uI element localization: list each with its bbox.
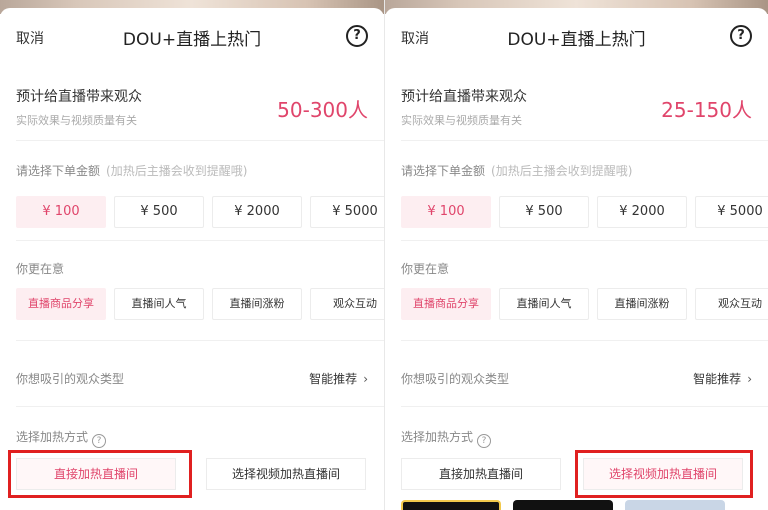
bottom-sheet: 取消 DOU+直播上热门 ? 预计给直播带来观众 实际效果与视频质量有关 50-… [0, 8, 384, 510]
chevron-right-icon: › [747, 372, 752, 386]
care-option-product-share[interactable]: 直播商品分享 [16, 288, 106, 320]
audience-estimate: 预计给直播带来观众 实际效果与视频质量有关 50-300人 [16, 86, 368, 134]
chevron-right-icon: › [363, 372, 368, 386]
divider [401, 340, 768, 341]
amount-hint: (加热后主播会收到提醒哦) [106, 164, 248, 178]
highlight-box [575, 450, 753, 498]
amount-hint: (加热后主播会收到提醒哦) [491, 164, 633, 178]
sheet-header: 取消 DOU+直播上热门 ? [0, 22, 384, 52]
method-video-button[interactable]: 选择视频加热直播间 [206, 458, 366, 490]
care-option-followers[interactable]: 直播间涨粉 [597, 288, 687, 320]
video-thumbnail[interactable] [401, 500, 501, 510]
page-title: DOU+直播上热门 [122, 30, 262, 50]
method-direct-button[interactable]: 直接加热直播间 [401, 458, 561, 490]
amount-option-5000[interactable]: ¥ 5000 [695, 196, 768, 228]
sheet-header: 取消 DOU+直播上热门 ? [385, 22, 768, 52]
divider [16, 240, 384, 241]
highlight-box [8, 450, 192, 498]
help-icon[interactable]: ? [730, 25, 752, 47]
care-option-popularity[interactable]: 直播间人气 [114, 288, 204, 320]
estimate-value: 25-150人 [661, 98, 752, 122]
divider [401, 240, 768, 241]
video-thumbnail[interactable] [625, 500, 725, 510]
care-option-followers[interactable]: 直播间涨粉 [212, 288, 302, 320]
divider [401, 406, 768, 407]
divider [16, 140, 384, 141]
amount-option-2000[interactable]: ¥ 2000 [597, 196, 687, 228]
audience-value-text: 智能推荐 [693, 372, 742, 386]
question-icon[interactable]: ? [92, 434, 107, 448]
audience-type-value[interactable]: 智能推荐 › [309, 370, 368, 387]
estimate-label: 预计给直播带来观众 [401, 89, 527, 105]
method-label: 选择加热方式 [16, 430, 89, 444]
help-icon[interactable]: ? [346, 25, 368, 47]
video-thumbnail[interactable] [513, 500, 613, 510]
video-thumbnails [385, 500, 768, 510]
divider [16, 340, 384, 341]
amount-option-500[interactable]: ¥ 500 [499, 196, 589, 228]
audience-estimate: 预计给直播带来观众 实际效果与视频质量有关 25-150人 [401, 86, 752, 134]
estimate-subtitle: 实际效果与视频质量有关 [401, 114, 522, 127]
amount-option-500[interactable]: ¥ 500 [114, 196, 204, 228]
method-section-label: 选择加热方式? [16, 428, 107, 448]
divider [16, 406, 384, 407]
audience-type-row[interactable]: 你想吸引的观众类型 智能推荐 › [16, 370, 368, 390]
method-label: 选择加热方式 [401, 430, 474, 444]
audience-type-row[interactable]: 你想吸引的观众类型 智能推荐 › [401, 370, 752, 390]
estimate-value: 50-300人 [277, 98, 368, 122]
care-label: 你更在意 [16, 262, 65, 276]
audience-value-text: 智能推荐 [309, 372, 358, 386]
amount-option-5000[interactable]: ¥ 5000 [310, 196, 384, 228]
care-option-product-share[interactable]: 直播商品分享 [401, 288, 491, 320]
amount-label: 请选择下单金额 [401, 164, 486, 178]
amount-option-100[interactable]: ¥ 100 [16, 196, 106, 228]
method-section-label: 选择加热方式? [401, 428, 492, 448]
care-label: 你更在意 [401, 262, 450, 276]
audience-type-value[interactable]: 智能推荐 › [693, 370, 752, 387]
amount-section-label: 请选择下单金额 (加热后主播会收到提醒哦) [16, 162, 247, 179]
care-option-popularity[interactable]: 直播间人气 [499, 288, 589, 320]
audience-type-label: 你想吸引的观众类型 [16, 372, 125, 386]
right-panel: 取消 DOU+直播上热门 ? 预计给直播带来观众 实际效果与视频质量有关 25-… [384, 0, 768, 510]
care-option-interaction[interactable]: 观众互动 [695, 288, 768, 320]
amount-label: 请选择下单金额 [16, 164, 101, 178]
left-panel: 取消 DOU+直播上热门 ? 预计给直播带来观众 实际效果与视频质量有关 50-… [0, 0, 384, 510]
divider [401, 140, 768, 141]
amount-option-100[interactable]: ¥ 100 [401, 196, 491, 228]
estimate-subtitle: 实际效果与视频质量有关 [16, 114, 137, 127]
bottom-sheet: 取消 DOU+直播上热门 ? 预计给直播带来观众 实际效果与视频质量有关 25-… [385, 8, 768, 510]
page-title: DOU+直播上热门 [507, 30, 646, 50]
care-option-interaction[interactable]: 观众互动 [310, 288, 384, 320]
amount-section-label: 请选择下单金额 (加热后主播会收到提醒哦) [401, 162, 632, 179]
amount-option-2000[interactable]: ¥ 2000 [212, 196, 302, 228]
estimate-label: 预计给直播带来观众 [16, 89, 142, 105]
question-icon[interactable]: ? [477, 434, 492, 448]
audience-type-label: 你想吸引的观众类型 [401, 372, 510, 386]
